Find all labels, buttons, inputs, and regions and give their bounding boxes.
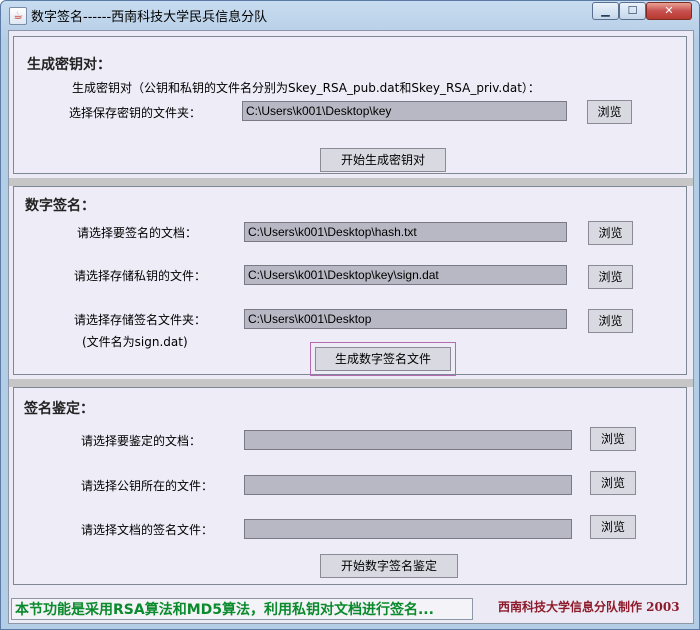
sign-output-note: (文件名为sign.dat) bbox=[82, 335, 188, 349]
generate-signature-button[interactable]: 生成数字签名文件 bbox=[310, 342, 456, 376]
sign-privkey-field[interactable]: C:\Users\k001\Desktop\key\sign.dat bbox=[244, 265, 567, 285]
keygen-panel: 生成密钥对： 生成密钥对（公钥和私钥的文件名分别为Skey_RSA_pub.da… bbox=[13, 36, 687, 174]
key-folder-field[interactable]: C:\Users\k001\Desktop\key bbox=[242, 101, 567, 121]
maximize-button[interactable]: ☐ bbox=[619, 2, 646, 20]
keygen-description: 生成密钥对（公钥和私钥的文件名分别为Skey_RSA_pub.dat和Skey_… bbox=[72, 81, 540, 95]
keygen-title: 生成密钥对： bbox=[27, 57, 111, 73]
sign-doc-label: 请选择要签名的文档： bbox=[77, 226, 198, 240]
generate-keypair-button[interactable]: 开始生成密钥对 bbox=[320, 148, 446, 172]
status-footer: 本节功能是采用RSA算法和MD5算法，利用私钥对文档进行签名... 西南科技大学… bbox=[9, 590, 693, 623]
sign-output-label: 请选择存储签名文件夹： bbox=[74, 313, 207, 327]
sign-output-field[interactable]: C:\Users\k001\Desktop bbox=[244, 309, 567, 329]
verify-title: 签名鉴定： bbox=[24, 401, 94, 417]
start-verification-button[interactable]: 开始数字签名鉴定 bbox=[320, 554, 458, 578]
verify-pubkey-field[interactable] bbox=[244, 475, 572, 495]
verify-sig-browse-button[interactable]: 浏览 bbox=[590, 515, 636, 539]
verify-sig-field[interactable] bbox=[244, 519, 572, 539]
close-button[interactable]: ✕ bbox=[646, 2, 692, 20]
app-window: ☕ 数字签名------西南科技大学民兵信息分队 ▁ ☐ ✕ 生成密钥对： 生成… bbox=[0, 0, 700, 630]
sign-doc-browse-button[interactable]: 浏览 bbox=[588, 221, 633, 245]
verify-sig-label: 请选择文档的签名文件： bbox=[81, 523, 214, 537]
verify-pubkey-browse-button[interactable]: 浏览 bbox=[590, 471, 636, 495]
verify-doc-field[interactable] bbox=[244, 430, 572, 450]
marquee-text: 本节功能是采用RSA算法和MD5算法，利用私钥对文档进行签名... bbox=[11, 598, 473, 620]
title-bar[interactable]: ☕ 数字签名------西南科技大学民兵信息分队 ▁ ☐ ✕ bbox=[1, 1, 699, 29]
verify-doc-label: 请选择要鉴定的文档： bbox=[81, 434, 202, 448]
sign-doc-field[interactable]: C:\Users\k001\Desktop\hash.txt bbox=[244, 222, 567, 242]
verify-pubkey-label: 请选择公钥所在的文件： bbox=[81, 479, 214, 493]
sign-output-browse-button[interactable]: 浏览 bbox=[588, 309, 633, 333]
minimize-button[interactable]: ▁ bbox=[592, 2, 619, 20]
key-folder-label: 选择保存密钥的文件夹： bbox=[69, 106, 202, 120]
sign-privkey-label: 请选择存储私钥的文件： bbox=[74, 269, 207, 283]
main-content: 生成密钥对： 生成密钥对（公钥和私钥的文件名分别为Skey_RSA_pub.da… bbox=[8, 30, 694, 624]
section-divider bbox=[9, 379, 693, 387]
window-title: 数字签名------西南科技大学民兵信息分队 bbox=[31, 10, 268, 25]
sign-title: 数字签名： bbox=[25, 198, 95, 214]
section-divider bbox=[9, 178, 693, 186]
key-folder-browse-button[interactable]: 浏览 bbox=[587, 100, 632, 124]
verify-doc-browse-button[interactable]: 浏览 bbox=[590, 427, 636, 451]
sign-panel: 数字签名： 请选择要签名的文档： C:\Users\k001\Desktop\h… bbox=[13, 186, 687, 376]
java-cup-icon: ☕ bbox=[9, 7, 27, 25]
verify-panel: 签名鉴定： 请选择要鉴定的文档： 浏览 请选择公钥所在的文件： 浏览 请选择文档… bbox=[13, 387, 687, 585]
credit-text: 西南科技大学信息分队制作 2003 bbox=[498, 600, 680, 614]
sign-privkey-browse-button[interactable]: 浏览 bbox=[588, 265, 633, 289]
